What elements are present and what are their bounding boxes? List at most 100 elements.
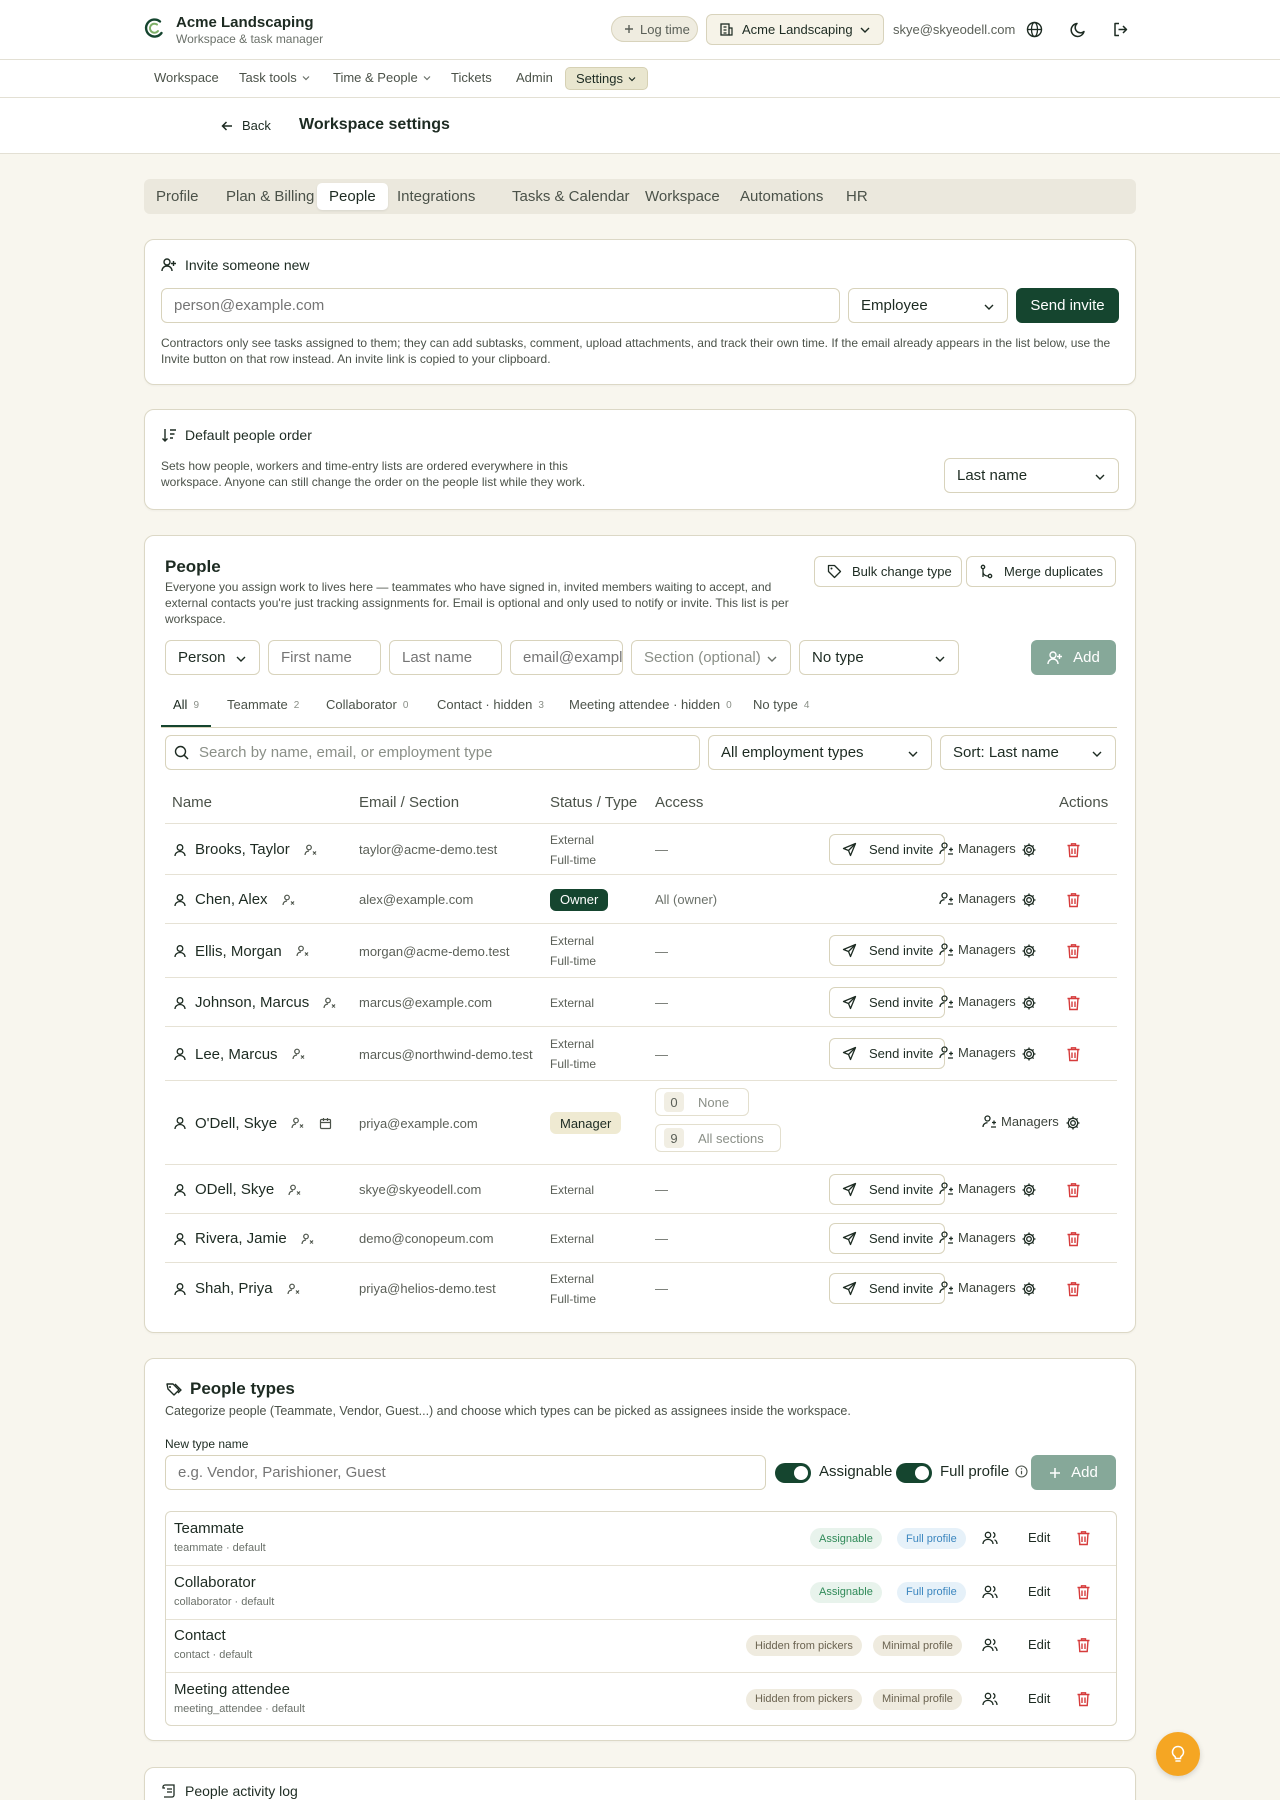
linked-user-icon[interactable]: [304, 843, 318, 857]
nav-task-tools[interactable]: Task tools: [239, 70, 311, 85]
linked-user-icon[interactable]: [291, 1047, 306, 1061]
members-icon[interactable]: [982, 1584, 998, 1600]
person-name[interactable]: Ellis, Morgan: [195, 943, 282, 960]
linked-user-icon[interactable]: [291, 1116, 305, 1130]
person-type-select[interactable]: No type: [799, 640, 959, 675]
settings-gear-icon[interactable]: [1021, 842, 1037, 858]
calendar-icon[interactable]: [319, 1117, 332, 1130]
settings-gear-icon[interactable]: [1021, 1046, 1037, 1062]
settings-gear-icon[interactable]: [1021, 1281, 1037, 1297]
settings-gear-icon[interactable]: [1021, 1231, 1037, 1247]
delete-type-trash-icon[interactable]: [1075, 1691, 1091, 1707]
delete-trash-icon[interactable]: [1065, 1182, 1081, 1198]
send-invite-row-button[interactable]: Send invite: [829, 1173, 945, 1205]
add-type-button[interactable]: Add: [1031, 1455, 1116, 1490]
nav-admin[interactable]: Admin: [516, 70, 553, 85]
settings-gear-icon[interactable]: [1065, 1115, 1081, 1131]
settings-gear-icon[interactable]: [1021, 1182, 1037, 1198]
tab-plan-billing[interactable]: Plan & Billing: [214, 183, 326, 210]
send-invite-row-button[interactable]: Send invite: [829, 935, 945, 966]
managers-button[interactable]: Managers: [939, 1045, 1016, 1060]
settings-gear-icon[interactable]: [1021, 995, 1037, 1011]
access-none-chip[interactable]: 0 None: [655, 1088, 749, 1116]
members-icon[interactable]: [982, 1691, 998, 1707]
nav-time-people[interactable]: Time & People: [333, 70, 432, 85]
new-type-input[interactable]: [165, 1455, 766, 1490]
managers-button[interactable]: Managers: [939, 841, 1016, 856]
person-name[interactable]: Johnson, Marcus: [195, 994, 309, 1011]
send-invite-row-button[interactable]: Send invite: [829, 986, 945, 1018]
send-invite-row-button[interactable]: Send invite: [829, 1038, 945, 1069]
members-icon[interactable]: [982, 1530, 998, 1546]
dark-mode-moon-icon[interactable]: [1069, 20, 1087, 38]
delete-trash-icon[interactable]: [1065, 842, 1081, 858]
section-select[interactable]: Section (optional): [631, 640, 791, 675]
managers-button[interactable]: Managers: [939, 1280, 1016, 1295]
tab-integrations[interactable]: Integrations: [385, 183, 487, 210]
person-name[interactable]: Rivera, Jamie: [195, 1230, 287, 1247]
filter-tab-contact[interactable]: Contact · hidden 3: [437, 697, 544, 727]
full-profile-toggle[interactable]: [896, 1463, 932, 1483]
linked-user-icon[interactable]: [281, 893, 296, 907]
delete-trash-icon[interactable]: [1065, 1281, 1081, 1297]
delete-trash-icon[interactable]: [1065, 892, 1081, 908]
tab-hr[interactable]: HR: [834, 183, 880, 210]
filter-tab-teammate[interactable]: Teammate 2: [227, 697, 299, 727]
managers-button[interactable]: Managers: [982, 1114, 1059, 1129]
filter-tab-collaborator[interactable]: Collaborator 0: [326, 697, 408, 727]
people-search-field[interactable]: Search by name, email, or employment typ…: [165, 735, 700, 770]
managers-button[interactable]: Managers: [939, 1181, 1016, 1196]
tab-tasks-calendar[interactable]: Tasks & Calendar: [500, 183, 642, 210]
managers-button[interactable]: Managers: [939, 891, 1016, 906]
person-name[interactable]: Shah, Priya: [195, 1280, 273, 1297]
globe-icon[interactable]: [1025, 20, 1043, 38]
edit-type-button[interactable]: Edit: [1028, 1637, 1050, 1652]
delete-trash-icon[interactable]: [1065, 995, 1081, 1011]
person-name[interactable]: ODell, Skye: [195, 1181, 274, 1198]
filter-tab-all[interactable]: All 9: [161, 697, 212, 727]
first-name-input[interactable]: [268, 640, 381, 675]
tips-button[interactable]: [1156, 1732, 1200, 1776]
people-order-select[interactable]: Last name: [944, 458, 1119, 493]
back-button[interactable]: Back: [220, 118, 271, 133]
filter-tab-meeting-attendee[interactable]: Meeting attendee · hidden 0: [569, 697, 732, 727]
nav-settings[interactable]: Settings: [565, 67, 648, 90]
bulk-change-type-button[interactable]: Bulk change type: [814, 556, 962, 587]
send-invite-row-button[interactable]: Send invite: [829, 833, 945, 865]
tab-profile[interactable]: Profile: [144, 183, 211, 210]
send-invite-button[interactable]: Send invite: [1016, 288, 1119, 323]
last-name-input[interactable]: [389, 640, 502, 675]
logout-icon[interactable]: [1111, 20, 1129, 38]
workspace-select[interactable]: Acme Landscaping: [706, 14, 884, 45]
linked-user-icon[interactable]: [296, 944, 310, 958]
delete-trash-icon[interactable]: [1065, 1046, 1081, 1062]
linked-user-icon[interactable]: [288, 1183, 302, 1197]
edit-type-button[interactable]: Edit: [1028, 1691, 1050, 1706]
invite-role-select[interactable]: Employee: [848, 288, 1008, 323]
settings-gear-icon[interactable]: [1021, 943, 1037, 959]
settings-gear-icon[interactable]: [1021, 892, 1037, 908]
employment-type-filter[interactable]: All employment types: [708, 735, 932, 770]
members-icon[interactable]: [982, 1637, 998, 1653]
tab-automations[interactable]: Automations: [728, 183, 835, 210]
delete-type-trash-icon[interactable]: [1075, 1637, 1091, 1653]
edit-type-button[interactable]: Edit: [1028, 1530, 1050, 1545]
assignable-toggle[interactable]: [775, 1463, 811, 1483]
managers-button[interactable]: Managers: [939, 994, 1016, 1009]
add-person-button[interactable]: Add: [1031, 640, 1116, 675]
delete-trash-icon[interactable]: [1065, 943, 1081, 959]
merge-duplicates-button[interactable]: Merge duplicates: [966, 556, 1116, 587]
person-name[interactable]: Chen, Alex: [195, 891, 268, 908]
info-icon[interactable]: [1015, 1465, 1028, 1478]
delete-trash-icon[interactable]: [1065, 1231, 1081, 1247]
log-time-button[interactable]: Log time: [611, 16, 698, 42]
nav-workspace[interactable]: Workspace: [154, 70, 219, 85]
person-name[interactable]: O'Dell, Skye: [195, 1115, 277, 1132]
delete-type-trash-icon[interactable]: [1075, 1584, 1091, 1600]
person-email-input[interactable]: [510, 640, 623, 675]
send-invite-row-button[interactable]: Send invite: [829, 1272, 945, 1304]
edit-type-button[interactable]: Edit: [1028, 1584, 1050, 1599]
linked-user-icon[interactable]: [323, 996, 337, 1010]
tab-workspace[interactable]: Workspace: [633, 183, 732, 210]
person-kind-select[interactable]: Person: [165, 640, 260, 675]
